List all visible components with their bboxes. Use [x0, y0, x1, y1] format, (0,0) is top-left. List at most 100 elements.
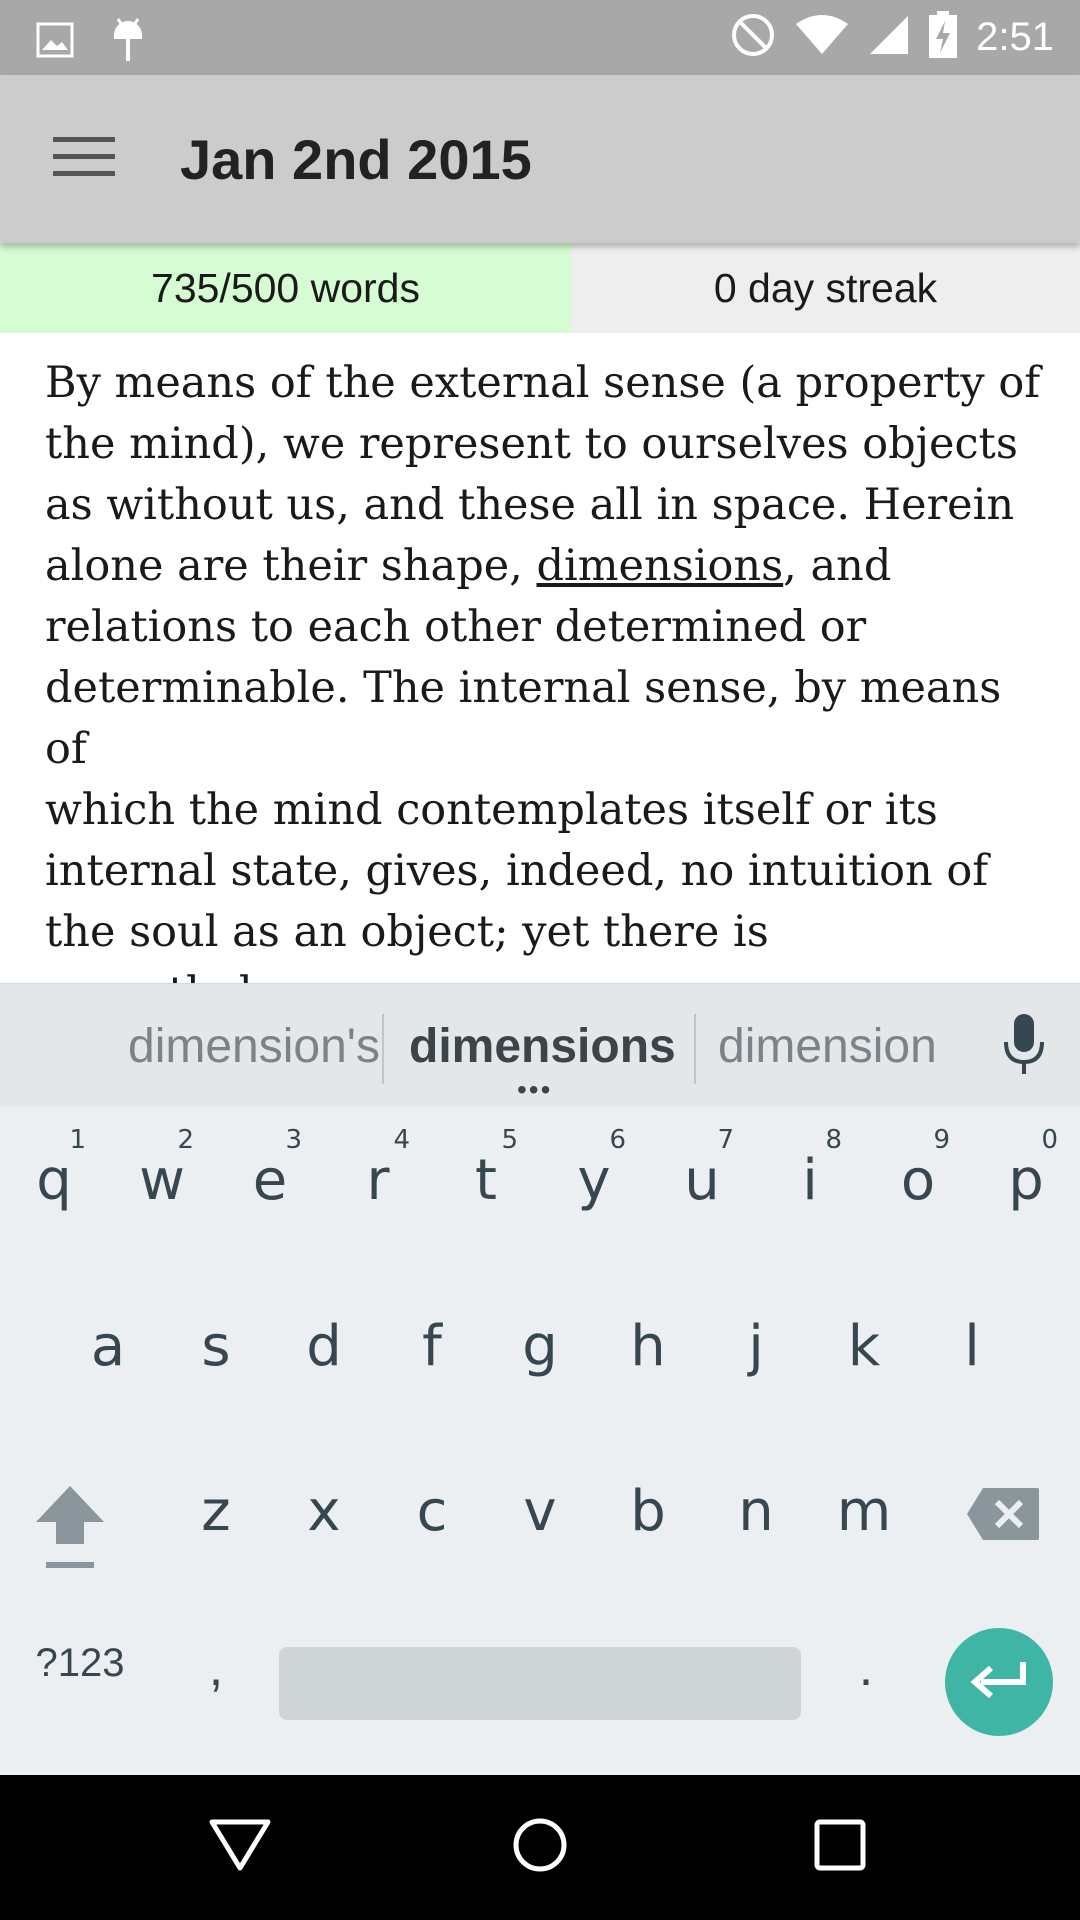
backspace-key[interactable]	[965, 1486, 1045, 1550]
key-p[interactable]: p0	[972, 1107, 1080, 1247]
microphone-icon	[1002, 1013, 1046, 1081]
key-label: l	[964, 1313, 980, 1379]
voice-input-button[interactable]	[994, 1012, 1054, 1082]
suggestion-divider	[382, 1014, 384, 1084]
stats-row: 735/500 words 0 day streak	[0, 243, 1080, 333]
signal-icon	[868, 14, 910, 61]
key-label: o	[900, 1147, 936, 1213]
key-label: c	[416, 1478, 448, 1544]
key-d[interactable]: d	[270, 1273, 378, 1413]
editor-text-after: , and relations to each other determined…	[45, 541, 1002, 983]
key-label: t	[475, 1147, 497, 1213]
key-label: h	[630, 1313, 666, 1379]
key-label: k	[847, 1313, 881, 1379]
key-label: g	[522, 1313, 558, 1379]
key-hint: 9	[933, 1125, 950, 1155]
key-o[interactable]: o9	[864, 1107, 972, 1247]
key-g[interactable]: g	[486, 1273, 594, 1413]
key-label: p	[1008, 1147, 1044, 1213]
word-count-badge: 735/500 words	[0, 243, 571, 333]
key-label: d	[306, 1313, 342, 1379]
navigation-bar	[0, 1775, 1080, 1920]
back-icon	[208, 1818, 272, 1877]
shift-key[interactable]	[30, 1478, 120, 1598]
key-hint: 2	[177, 1125, 194, 1155]
battery-charging-icon	[928, 11, 958, 64]
editor-current-word: dimensions	[536, 541, 784, 591]
key-z[interactable]: z	[162, 1438, 270, 1578]
key-r[interactable]: r4	[324, 1107, 432, 1247]
key-j[interactable]: j	[702, 1273, 810, 1413]
key-label: a	[90, 1313, 126, 1379]
wifi-icon	[794, 14, 850, 61]
key-label: f	[422, 1313, 442, 1379]
symbols-key[interactable]: ?123	[20, 1623, 140, 1703]
recents-icon	[814, 1819, 866, 1876]
home-button[interactable]	[480, 1775, 600, 1920]
key-label: z	[201, 1478, 231, 1544]
suggestion-left[interactable]: dimension's	[128, 984, 380, 1108]
key-label: n	[738, 1478, 774, 1544]
editor-area[interactable]: By means of the external sense (a proper…	[0, 333, 1080, 983]
back-button[interactable]	[180, 1775, 300, 1920]
key-c[interactable]: c	[378, 1438, 486, 1578]
hamburger-menu-icon	[53, 136, 115, 182]
key-hint: 8	[825, 1125, 842, 1155]
key-s[interactable]: s	[162, 1273, 270, 1413]
key-x[interactable]: x	[270, 1438, 378, 1578]
key-u[interactable]: u7	[648, 1107, 756, 1247]
suggestion-divider	[694, 1014, 696, 1084]
key-label: x	[307, 1478, 341, 1544]
key-label: u	[684, 1147, 720, 1213]
key-hint: 0	[1041, 1125, 1058, 1155]
key-label: r	[366, 1147, 390, 1213]
enter-arrow-icon	[969, 1660, 1029, 1705]
key-h[interactable]: h	[594, 1273, 702, 1413]
key-hint: 3	[285, 1125, 302, 1155]
key-hint: 7	[717, 1125, 734, 1155]
key-k[interactable]: k	[810, 1273, 918, 1413]
key-a[interactable]: a	[54, 1273, 162, 1413]
key-hint: 4	[393, 1125, 410, 1155]
key-label: q	[36, 1147, 72, 1213]
enter-key[interactable]	[945, 1628, 1053, 1736]
comma-key[interactable]: ,	[186, 1623, 246, 1713]
key-label: v	[523, 1478, 557, 1544]
android-icon	[110, 17, 146, 68]
backspace-icon	[965, 1488, 1041, 1546]
key-label: y	[577, 1147, 611, 1213]
recents-button[interactable]	[780, 1775, 900, 1920]
key-q[interactable]: q1	[0, 1107, 108, 1247]
key-t[interactable]: t5	[432, 1107, 540, 1247]
key-v[interactable]: v	[486, 1438, 594, 1578]
key-label: j	[748, 1313, 764, 1379]
key-i[interactable]: i8	[756, 1107, 864, 1247]
menu-button[interactable]	[38, 121, 130, 197]
key-b[interactable]: b	[594, 1438, 702, 1578]
streak-badge: 0 day streak	[571, 243, 1080, 333]
key-label: s	[201, 1313, 231, 1379]
key-n[interactable]: n	[702, 1438, 810, 1578]
app-bar: Jan 2nd 2015	[0, 75, 1080, 243]
space-key[interactable]	[279, 1647, 801, 1720]
suggestion-right[interactable]: dimension	[718, 984, 937, 1108]
image-icon	[36, 22, 74, 63]
period-key[interactable]: .	[836, 1623, 896, 1713]
key-label: w	[139, 1147, 185, 1213]
home-icon	[512, 1817, 568, 1878]
key-hint: 6	[609, 1125, 626, 1155]
key-label: m	[836, 1478, 892, 1544]
more-suggestions-dots[interactable]: •••	[517, 1074, 552, 1106]
key-w[interactable]: w2	[108, 1107, 216, 1247]
editor-text[interactable]: By means of the external sense (a proper…	[45, 353, 1055, 983]
key-m[interactable]: m	[810, 1438, 918, 1578]
key-f[interactable]: f	[378, 1273, 486, 1413]
do-not-disturb-icon	[730, 12, 776, 63]
key-y[interactable]: y6	[540, 1107, 648, 1247]
key-l[interactable]: l	[918, 1273, 1026, 1413]
key-e[interactable]: e3	[216, 1107, 324, 1247]
soft-keyboard: dimension's dimensions ••• dimension q1w…	[0, 983, 1080, 1775]
shift-icon	[30, 1486, 110, 1582]
page-title: Jan 2nd 2015	[180, 128, 532, 191]
status-clock: 2:51	[976, 15, 1054, 59]
